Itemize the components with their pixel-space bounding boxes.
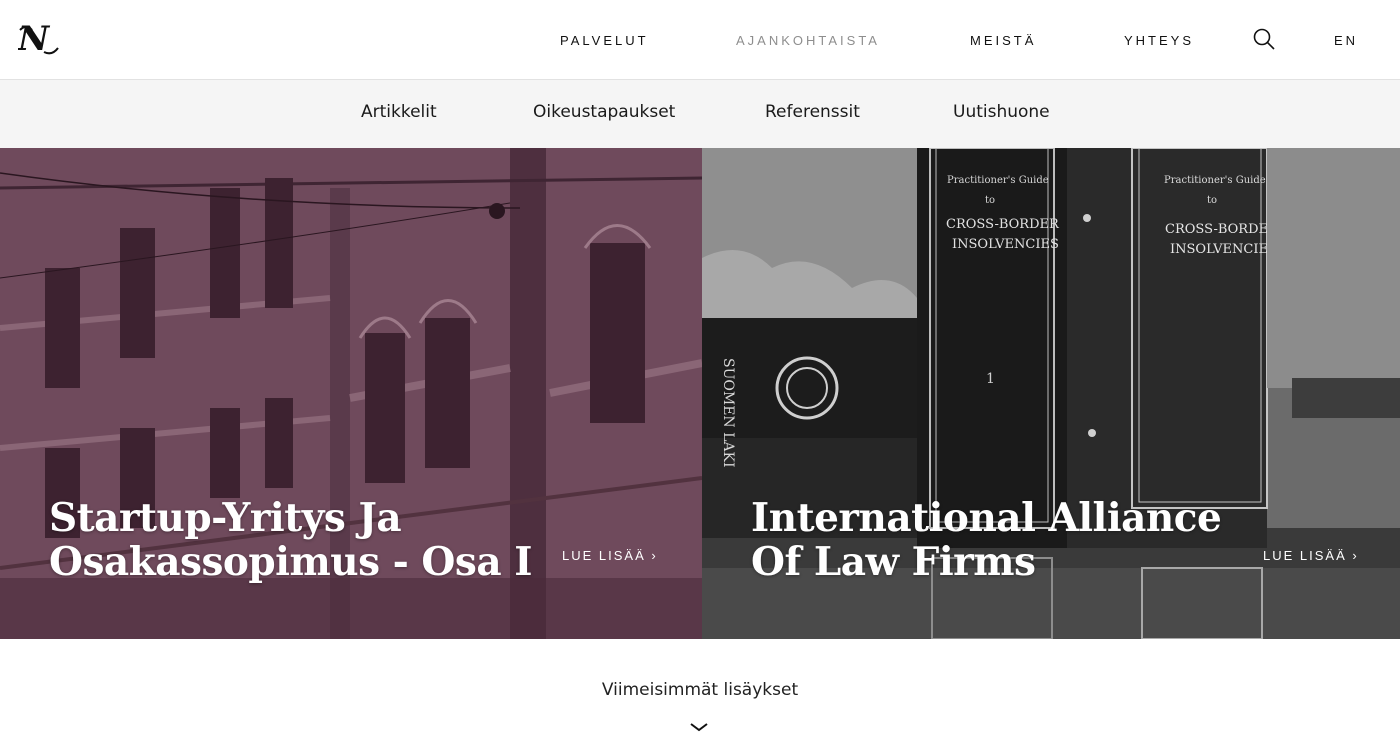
hero-title-line: International Alliance xyxy=(751,495,1222,541)
subnav-artikkelit[interactable]: Artikkelit xyxy=(361,102,437,122)
hero-title-alliance[interactable]: International Alliance Of Law Firms xyxy=(751,495,1222,585)
top-header: N PALVELUT AJANKOHTAISTA MEISTÄ YHTEYS E… xyxy=(0,0,1400,80)
logo-icon: N xyxy=(17,19,59,59)
read-more-link[interactable]: LUE LISÄÄ › xyxy=(562,548,658,563)
hero-title-line: Startup-Yritys Ja xyxy=(49,495,402,541)
svg-text:CROSS-BORDER: CROSS-BORDER xyxy=(1165,222,1279,237)
sub-navigation: Artikkelit Oikeustapaukset Referenssit U… xyxy=(0,80,1400,148)
svg-text:CROSS-BORDER: CROSS-BORDER xyxy=(946,217,1060,232)
svg-text:to: to xyxy=(1207,195,1217,206)
subnav-uutishuone[interactable]: Uutishuone xyxy=(953,102,1050,122)
nav-yhteys[interactable]: YHTEYS xyxy=(1124,33,1194,48)
read-more-link[interactable]: LUE LISÄÄ › xyxy=(1263,548,1359,563)
book-spine-text: SUOMEN LAKI xyxy=(720,358,736,468)
svg-text:1: 1 xyxy=(986,371,995,387)
latest-additions-label: Viimeisimmät lisäykset xyxy=(601,680,799,700)
hero-title-line: Osakassopimus - Osa I xyxy=(49,539,532,585)
nav-ajankohtaista[interactable]: AJANKOHTAISTA xyxy=(736,33,880,48)
logo[interactable]: N xyxy=(17,19,60,59)
svg-text:Practitioner's Guide: Practitioner's Guide xyxy=(947,175,1049,186)
hero-title-line: Of Law Firms xyxy=(751,539,1036,585)
svg-text:INSOLVENCIES: INSOLVENCIES xyxy=(1170,242,1277,257)
chevron-down-icon[interactable] xyxy=(689,720,709,734)
language-switch[interactable]: EN xyxy=(1334,33,1358,48)
subnav-referenssit[interactable]: Referenssit xyxy=(765,102,860,122)
nav-palvelut[interactable]: PALVELUT xyxy=(560,33,649,48)
svg-text:INSOLVENCIES: INSOLVENCIES xyxy=(952,237,1059,252)
hero-card-startup[interactable]: Startup-Yritys Ja Osakassopimus - Osa I … xyxy=(0,148,702,639)
subnav-oikeustapaukset[interactable]: Oikeustapaukset xyxy=(533,102,675,122)
hero-title-startup[interactable]: Startup-Yritys Ja Osakassopimus - Osa I xyxy=(49,496,532,584)
search-icon[interactable] xyxy=(1252,27,1276,51)
svg-text:to: to xyxy=(985,195,995,206)
hero-card-alliance[interactable]: SUOMEN LAKI Practitioner's Guide to CROS… xyxy=(702,148,1400,639)
nav-meista[interactable]: MEISTÄ xyxy=(970,33,1036,48)
svg-text:Practitioner's Guide: Practitioner's Guide xyxy=(1164,175,1266,186)
